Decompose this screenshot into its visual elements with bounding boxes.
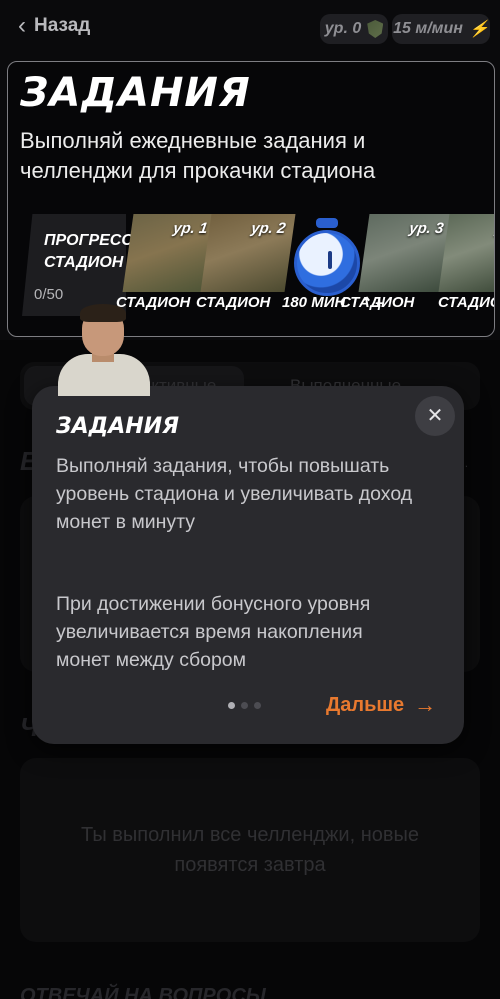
back-button[interactable]: ‹ Назад (18, 14, 90, 38)
stadium-level-tile: ур. 2 (200, 214, 296, 292)
page-subtitle: Выполняй ежедневные задания и челленджи … (20, 128, 376, 183)
rate-label: 15 м/мин (393, 20, 463, 37)
tooltip-paragraph-1: Выполняй задания, чтобы повышать уровень… (56, 455, 413, 533)
income-rate-badge[interactable]: 15 м/мин ⚡ (392, 14, 490, 44)
questions-heading: ОТВЕЧАЙ НА ВОПРОСЫ (20, 985, 266, 999)
back-label: Назад (34, 15, 91, 36)
pagination-dots (228, 702, 261, 709)
top-bar: ‹ Назад ур. 0 15 м/мин ⚡ (0, 0, 500, 56)
empty-challenges-text: Ты выполнил все челленджи, новые появятс… (81, 824, 419, 876)
page-dot (254, 702, 261, 709)
tile-name: СТАДИОН (438, 294, 494, 311)
tile-name: СТАДИОН (196, 294, 271, 311)
tasks-header-card: ЗАДАНИЯ Выполняй ежедневные задания и че… (7, 61, 495, 337)
shield-icon (367, 20, 384, 38)
next-label: Дальше (326, 693, 405, 716)
close-icon: ✕ (426, 405, 444, 427)
stadium-levels: ур. 1 СТАДИОН ур. 2 СТАДИОН 180 МИН ⌃ + … (116, 214, 494, 316)
tooltip-title: ЗАДАНИЯ (56, 414, 180, 439)
stadium-level-tile: у (438, 214, 494, 292)
tooltip-paragraph-2: При достижении бонусного уровня увеличив… (56, 593, 371, 671)
onboarding-tooltip: ЗАДАНИЯ ✕ Выполняй задания, чтобы повыша… (32, 386, 464, 744)
arrow-right-icon: → (414, 692, 437, 717)
close-button[interactable]: ✕ (415, 396, 455, 436)
player-avatar (56, 300, 152, 396)
lightning-icon: ⚡ (468, 21, 489, 38)
level-badge[interactable]: ур. 0 (320, 14, 388, 44)
page-dot (228, 702, 235, 709)
level-label: ур. 0 (324, 20, 362, 37)
next-button[interactable]: Дальше → (326, 692, 436, 718)
stopwatch-icon (294, 230, 360, 296)
tile-name: СТАДИОН (340, 294, 415, 311)
page-title: ЗАДАНИЯ (20, 70, 251, 116)
page-dot (241, 702, 248, 709)
stopwatch-crown (316, 218, 338, 228)
chevron-left-icon: ‹ (18, 12, 26, 39)
